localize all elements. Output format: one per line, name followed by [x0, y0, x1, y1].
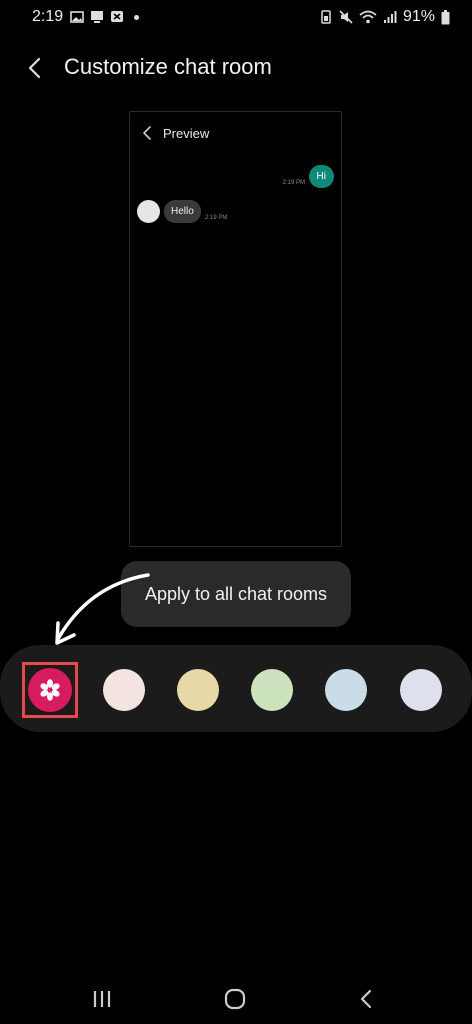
- app-header: Customize chat room: [0, 48, 472, 88]
- home-button[interactable]: [222, 986, 248, 1012]
- recents-button[interactable]: [89, 986, 115, 1012]
- outgoing-timestamp: 2:19 PM: [282, 180, 305, 186]
- wifi-icon: [359, 10, 377, 24]
- curved-arrow-icon: [55, 573, 150, 645]
- more-notifications-dot: [134, 14, 139, 20]
- swatch-yellow[interactable]: [177, 669, 219, 711]
- mute-icon: [339, 10, 353, 24]
- missed-call-icon: [111, 11, 123, 22]
- swatch-green[interactable]: [251, 669, 293, 711]
- incoming-message-bubble: Hello: [164, 200, 201, 223]
- screen-share-icon: [91, 11, 103, 23]
- navigation-bar: [0, 974, 472, 1024]
- color-palette: [0, 645, 472, 732]
- swatch-custom[interactable]: [28, 668, 72, 712]
- preview-title: Preview: [163, 126, 210, 141]
- gallery-icon: [70, 11, 84, 23]
- avatar: [137, 200, 160, 223]
- chat-preview-frame: Preview 2:19 PM Hi Hello 2:19 PM: [129, 111, 342, 547]
- recents-icon: [93, 991, 111, 1007]
- tooltip-text: Apply to all chat rooms: [144, 584, 328, 604]
- flower-icon: [40, 679, 60, 701]
- home-icon: [224, 988, 246, 1010]
- battery-percent: 91%: [402, 8, 435, 25]
- status-bar: 2:19 91%: [0, 0, 472, 36]
- signal-icon: [383, 11, 397, 23]
- battery-icon: [441, 9, 450, 24]
- page-title: Customize chat room: [64, 54, 272, 79]
- swatch-pink[interactable]: [103, 669, 145, 711]
- outgoing-message-bubble: Hi: [308, 165, 334, 188]
- back-icon: [360, 989, 372, 1009]
- back-button[interactable]: [22, 54, 50, 82]
- nav-back-button[interactable]: [354, 986, 380, 1012]
- chevron-left-icon: [143, 126, 151, 140]
- notification-icons: [70, 10, 139, 24]
- swatch-lavender[interactable]: [400, 669, 442, 711]
- battery-saver-icon: [321, 10, 331, 24]
- apply-all-tooltip[interactable]: Apply to all chat rooms: [121, 561, 351, 627]
- status-indicators: 91%: [319, 8, 450, 26]
- swatch-blue[interactable]: [325, 669, 367, 711]
- status-time: 2:19: [32, 8, 64, 25]
- incoming-timestamp: 2:19 PM: [205, 215, 228, 221]
- chevron-left-icon: [28, 57, 41, 79]
